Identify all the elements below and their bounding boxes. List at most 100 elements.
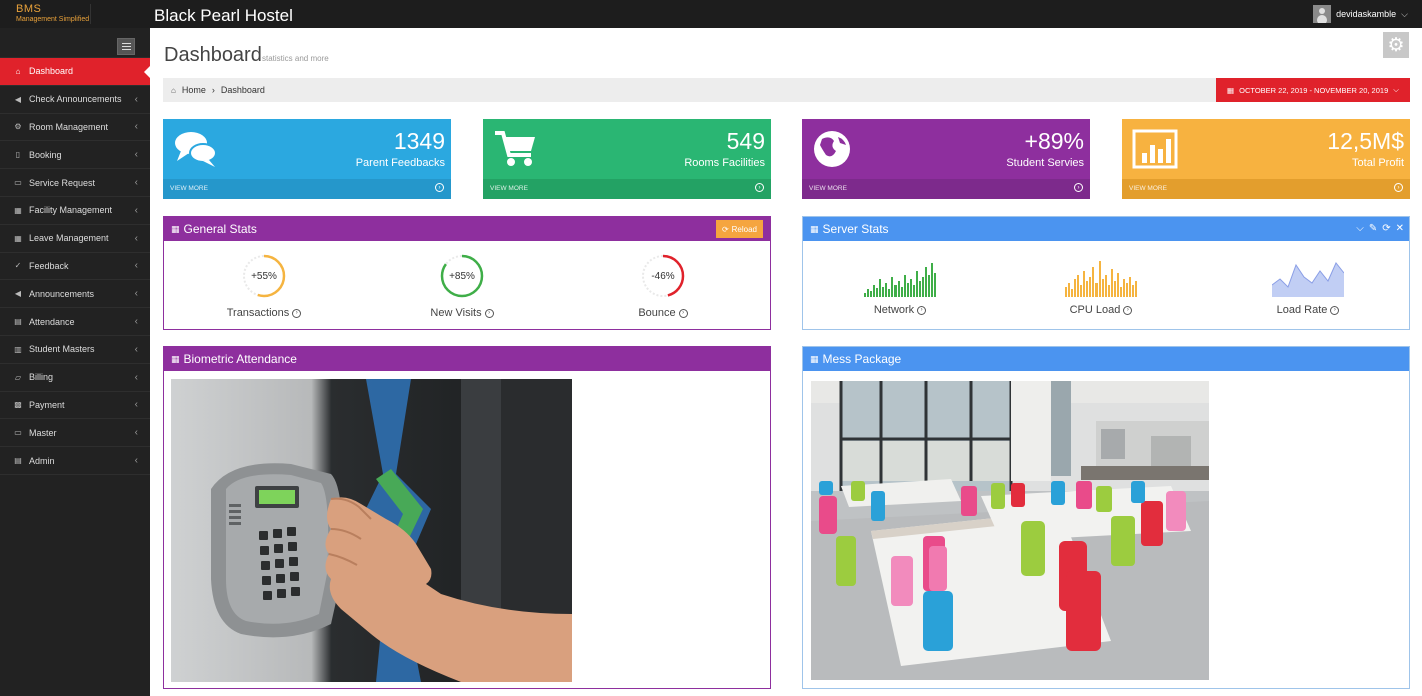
table-icon: ▦ xyxy=(14,205,22,215)
view-more-link[interactable]: VIEW MORE › xyxy=(1122,179,1410,199)
biometric-attendance-panel: ▦ Biometric Attendance xyxy=(163,346,771,689)
ring-link[interactable]: Transactions › xyxy=(209,307,319,319)
progress-ring: -46% xyxy=(640,253,686,299)
date-range-button[interactable]: ▦ OCTOBER 22, 2019 - NOVEMBER 20, 2019 ⌵ xyxy=(1216,78,1410,102)
sidebar-item-student-masters[interactable]: ▥ Student Masters ‹ xyxy=(0,336,150,364)
panel-title: General Stats xyxy=(183,222,257,236)
server-stat-label: Load Rate xyxy=(1276,304,1328,316)
sidebar-item-announcements[interactable]: ◀ Announcements ‹ xyxy=(0,280,150,309)
sidebar-item-dashboard[interactable]: ⌂ Dashboard xyxy=(0,58,151,86)
view-more-link[interactable]: VIEW MORE › xyxy=(802,179,1090,199)
panel-title: Biometric Attendance xyxy=(183,352,297,366)
panel-header: ▦ Biometric Attendance xyxy=(164,347,770,371)
sidebar-item-booking[interactable]: ▯ Booking ‹ xyxy=(0,141,150,170)
breadcrumb-separator-icon: › xyxy=(211,85,215,95)
arrow-right-icon: › xyxy=(484,308,494,318)
sidebar: ⌂ Dashboard ◀ Check Announcements ‹ ⚙ Room Man… xyxy=(0,28,151,696)
sidebar-item-facility-management[interactable]: ▦ Facility Management ‹ xyxy=(0,197,150,225)
chevron-left-icon: ‹ xyxy=(134,288,138,300)
refresh-icon[interactable]: ⟳ xyxy=(1382,223,1390,234)
home-icon: ⌂ xyxy=(171,85,176,95)
stat-tile[interactable]: 549 Rooms Facilities VIEW MORE › xyxy=(483,119,771,199)
view-more-link[interactable]: VIEW MORE › xyxy=(163,179,451,199)
file-icon: ▤ xyxy=(14,317,22,327)
sidebar-item-room-management[interactable]: ⚙ Room Management ‹ xyxy=(0,114,150,142)
chevron-down-icon[interactable]: ⌵ xyxy=(1401,9,1408,20)
comments-icon xyxy=(173,129,219,169)
shopping-cart-icon xyxy=(493,129,539,169)
gear-icon[interactable]: ⚙ xyxy=(1383,32,1409,58)
bullhorn-icon: ◀ xyxy=(14,289,22,299)
sidebar-item-attendance[interactable]: ▤ Attendance ‹ xyxy=(0,308,150,336)
stat-ring: +85% New Visits › xyxy=(407,253,517,319)
bullhorn-icon: ◀ xyxy=(14,94,22,104)
server-stat: Network › xyxy=(840,257,960,316)
stat-ring: -46% Bounce › xyxy=(608,253,718,319)
ring-label: Transactions xyxy=(226,307,290,319)
bar-chart-icon: ▥ xyxy=(14,344,22,354)
sidebar-item-payment[interactable]: ▩ Payment ‹ xyxy=(0,392,150,420)
general-stats-panel: ▦ General Stats ⟳ Reload +55% Transaction… xyxy=(163,216,771,330)
server-stat-link[interactable]: Network › xyxy=(840,304,960,316)
reload-button[interactable]: ⟳ Reload xyxy=(715,220,763,238)
grid-icon: ▩ xyxy=(14,400,22,410)
avatar[interactable] xyxy=(1313,5,1332,23)
collapse-icon[interactable]: ⌵ xyxy=(1356,223,1364,234)
sparkline-chart xyxy=(864,257,937,297)
server-stat-link[interactable]: CPU Load › xyxy=(1041,304,1161,316)
stat-tile[interactable]: +89% Student Servies VIEW MORE › xyxy=(802,119,1090,199)
sidebar-item-label: Admin xyxy=(29,455,55,466)
server-stats-panel: ▦ Server Stats ⌵ ✎ ⟳ ✕ Network › CPU Load ›… xyxy=(802,216,1410,330)
chevron-left-icon: ‹ xyxy=(134,93,138,105)
server-stat-link[interactable]: Load Rate › xyxy=(1248,304,1368,316)
arrow-right-icon: › xyxy=(1074,183,1083,192)
ring-link[interactable]: Bounce › xyxy=(608,307,718,319)
close-icon[interactable]: ✕ xyxy=(1396,223,1404,234)
tile-value: 1349 xyxy=(393,128,445,154)
sidebar-item-admin[interactable]: ▤ Admin ‹ xyxy=(0,447,150,475)
panel-title: Server Stats xyxy=(822,222,889,236)
file-icon: ▤ xyxy=(14,456,22,466)
calendar-icon: ▦ xyxy=(810,223,819,234)
sidebar-item-check-announcements[interactable]: ◀ Check Announcements ‹ xyxy=(0,86,150,114)
logo-text: BMS xyxy=(16,3,42,15)
sidebar-item-label: Check Announcements xyxy=(29,94,122,105)
ring-link[interactable]: New Visits › xyxy=(407,307,517,319)
date-range-label: OCTOBER 22, 2019 - NOVEMBER 20, 2019 xyxy=(1239,85,1389,95)
stat-tile[interactable]: 12,5M$ Total Profit VIEW MORE › xyxy=(1122,119,1410,199)
wrench-icon[interactable]: ✎ xyxy=(1369,223,1377,234)
view-more-label: VIEW MORE xyxy=(490,185,528,192)
sparkline-chart xyxy=(1065,257,1138,297)
view-more-label: VIEW MORE xyxy=(1129,185,1167,192)
globe-icon xyxy=(812,129,858,169)
sidebar-item-label: Leave Management xyxy=(29,233,109,244)
sidebar-item-master[interactable]: ▭ Master ‹ xyxy=(0,419,150,448)
ring-percent: -46% xyxy=(651,270,675,282)
breadcrumb-home[interactable]: Home xyxy=(182,85,206,95)
menu-toggle-icon[interactable] xyxy=(117,38,135,55)
stat-tile[interactable]: 1349 Parent Feedbacks VIEW MORE › xyxy=(163,119,451,199)
briefcase-icon: ▭ xyxy=(14,178,22,188)
chevron-left-icon: ‹ xyxy=(134,149,138,161)
sidebar-item-feedback[interactable]: ✓ Feedback ‹ xyxy=(0,253,150,281)
sidebar-item-billing[interactable]: ▱ Billing ‹ xyxy=(0,364,150,392)
server-stat-label: Network xyxy=(873,304,915,316)
page-title: Dashboard xyxy=(164,44,262,66)
tile-value: 12,5M$ xyxy=(1327,128,1404,154)
user-menu[interactable]: devidaskamble ⌵ xyxy=(1313,0,1422,28)
arrow-right-icon: › xyxy=(917,305,927,315)
refresh-icon: ⟳ xyxy=(721,224,729,234)
chevron-left-icon: ‹ xyxy=(134,316,138,328)
view-more-link[interactable]: VIEW MORE › xyxy=(483,179,771,199)
tile-label: Student Servies xyxy=(1006,157,1084,169)
sidebar-item-service-request[interactable]: ▭ Service Request ‹ xyxy=(0,169,150,197)
sidebar-toggle-row xyxy=(0,28,150,58)
arrow-right-icon: › xyxy=(678,308,688,318)
cogs-icon: ⚙ xyxy=(14,122,22,132)
table-icon: ▦ xyxy=(14,233,22,243)
arrow-right-icon: › xyxy=(435,183,444,192)
sidebar-item-leave-management[interactable]: ▦ Leave Management ‹ xyxy=(0,225,150,253)
username[interactable]: devidaskamble xyxy=(1336,9,1396,19)
logo[interactable]: BMS Management Simplified xyxy=(0,0,150,28)
tile-label: Total Profit xyxy=(1352,157,1404,169)
